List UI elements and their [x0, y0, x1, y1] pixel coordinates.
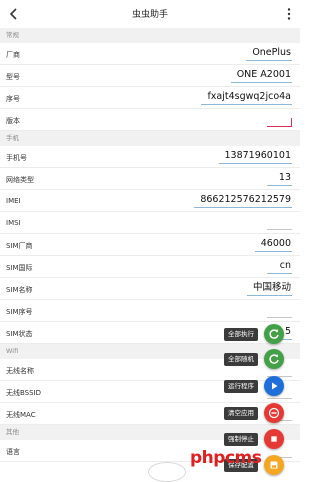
refresh-icon [269, 354, 279, 364]
minus-circle-icon [268, 407, 280, 419]
row-label: 语言 [6, 448, 20, 456]
section-header-phone: 手机 [0, 131, 300, 146]
row-sim-serial: SIM序号 [0, 300, 300, 322]
page-title: 虫虫助手 [131, 10, 168, 20]
row-label: 型号 [6, 73, 20, 81]
row-sim-name: SIM名称 中国移动 [0, 278, 300, 300]
save-icon [270, 461, 278, 469]
app-bar: 虫虫助手 [0, 0, 300, 29]
imei-field[interactable]: 866212576212579 [194, 194, 292, 208]
force-stop-label[interactable]: 强制停止 [224, 433, 258, 446]
watermark-logo: phpcms [190, 448, 262, 468]
row-imei: IMEI 866212576212579 [0, 190, 300, 212]
row-version: 版本 [0, 109, 300, 131]
clear-app-button[interactable] [264, 403, 284, 423]
row-label: 无线BSSID [6, 389, 42, 397]
bottom-handle [148, 462, 186, 482]
serial-field[interactable]: fxajt4sgwq2jco4a [201, 91, 292, 105]
row-label: 手机号 [6, 154, 27, 162]
row-sim-country: SIM国际 cn [0, 256, 300, 278]
sim-country-field[interactable]: cn [267, 260, 292, 274]
sim-name-field[interactable]: 中国移动 [246, 282, 292, 296]
row-model: 型号 ONE A2001 [0, 65, 300, 87]
imsi-field[interactable] [267, 216, 292, 230]
sim-serial-field[interactable] [267, 304, 292, 318]
row-label: 无线名称 [6, 367, 34, 375]
clear-app-label[interactable]: 清空应用 [224, 407, 258, 420]
row-label: SIM状态 [6, 330, 33, 338]
row-label: SIM国际 [6, 264, 33, 272]
more-vert-icon[interactable] [284, 6, 294, 22]
run-app-label[interactable]: 运行程序 [224, 380, 258, 393]
save-config-button[interactable] [264, 455, 284, 475]
phone-number-field[interactable]: 13871960101 [218, 150, 292, 164]
manufacturer-field[interactable]: OnePlus [246, 47, 292, 61]
play-icon [272, 382, 278, 390]
row-label: IMSI [6, 219, 21, 227]
row-label: 网络类型 [6, 176, 34, 184]
row-manufacturer: 厂商 OnePlus [0, 43, 300, 65]
stop-icon [271, 436, 277, 442]
run-all-button[interactable] [264, 324, 284, 344]
section-header-general: 常规 [0, 28, 300, 43]
row-label: SIM序号 [6, 308, 33, 316]
row-label: SIM名称 [6, 286, 33, 294]
row-label: SIM厂商 [6, 242, 33, 250]
refresh-icon [269, 329, 279, 339]
row-label: IMEI [6, 197, 21, 205]
row-phone-number: 手机号 13871960101 [0, 146, 300, 168]
settings-list: 常规 厂商 OnePlus 型号 ONE A2001 序号 fxajt4sgwq… [0, 28, 300, 462]
row-label: 序号 [6, 95, 20, 103]
force-stop-button[interactable] [264, 429, 284, 449]
model-field[interactable]: ONE A2001 [230, 69, 292, 83]
sim-operator-field[interactable]: 46000 [254, 238, 292, 252]
version-field[interactable] [267, 113, 292, 127]
run-app-button[interactable] [264, 376, 284, 396]
row-network-type: 网络类型 13 [0, 168, 300, 190]
run-all-label[interactable]: 全部执行 [224, 328, 258, 341]
row-sim-operator: SIM厂商 46000 [0, 234, 300, 256]
row-serial: 序号 fxajt4sgwq2jco4a [0, 87, 300, 109]
row-label: 版本 [6, 117, 20, 125]
network-type-field[interactable]: 13 [267, 172, 292, 186]
randomize-all-button[interactable] [264, 349, 284, 369]
randomize-all-label[interactable]: 全部随机 [224, 353, 258, 366]
row-label: 无线MAC [6, 411, 36, 419]
row-label: 厂商 [6, 51, 20, 59]
row-imsi: IMSI [0, 212, 300, 234]
